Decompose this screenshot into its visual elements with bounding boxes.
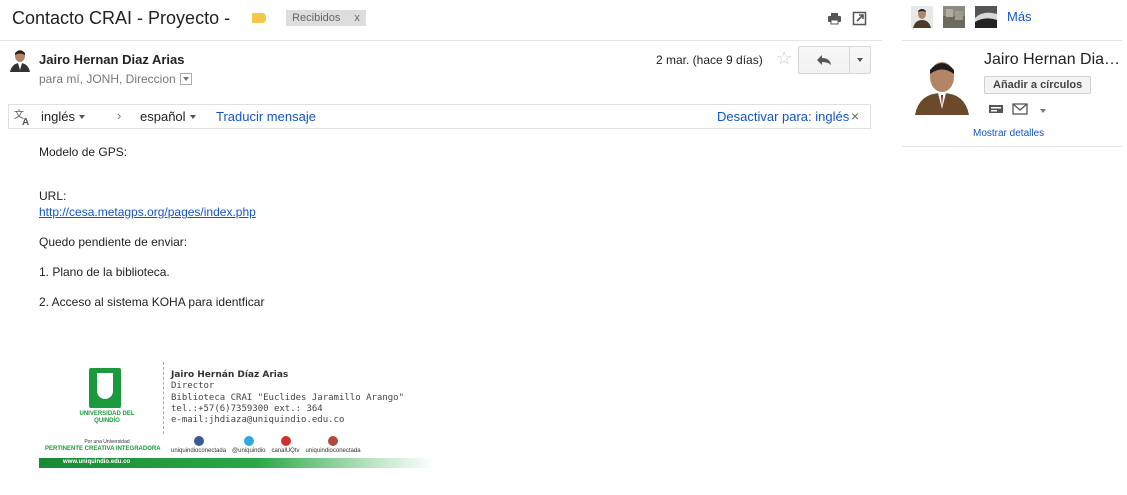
body-list-item: 1. Plano de la biblioteca. — [39, 265, 170, 279]
signature-title: Director — [171, 381, 215, 392]
social-label: uniquindioconectada — [305, 448, 361, 454]
signature-tagline-small: Por una Universidad — [84, 439, 130, 445]
social-youtube[interactable]: canalUQtv — [272, 436, 300, 454]
chevron-down-icon — [78, 114, 85, 119]
sender-name[interactable]: Jairo Hernan Diaz Arias — [39, 52, 184, 67]
sender-avatar[interactable] — [8, 48, 32, 72]
close-icon[interactable]: × — [851, 108, 859, 124]
source-language-select[interactable]: inglés — [41, 109, 85, 124]
body-url-link[interactable]: http://cesa.metagps.org/pages/index.php — [39, 205, 256, 219]
translate-bar: 文A inglés › español Traducir mensaje Des… — [8, 104, 871, 129]
chevron-down-icon — [189, 114, 196, 119]
reply-button[interactable] — [798, 46, 850, 74]
disable-translation-link[interactable]: Desactivar para: inglés — [717, 109, 849, 124]
translate-message-link[interactable]: Traducir mensaje — [216, 109, 316, 124]
signature-contact-block: Jairo Hernán Díaz Arias Director Bibliot… — [171, 370, 404, 426]
social-facebook[interactable]: uniquindioconectada — [171, 436, 226, 454]
label-chip-text: Recibidos — [292, 12, 341, 24]
social-twitter[interactable]: @uniquindio — [232, 436, 266, 454]
source-language-label: inglés — [41, 109, 75, 124]
remove-label-icon[interactable]: x — [354, 12, 360, 24]
printer-icon[interactable] — [827, 11, 842, 26]
social-label: uniquindioconectada — [171, 448, 227, 454]
sidebar-divider — [902, 40, 1122, 41]
recipients-text: para mí, JONH, Direccion — [39, 72, 176, 86]
chevron-down-icon[interactable] — [1040, 108, 1046, 113]
sidebar-divider — [902, 146, 1122, 147]
signature-email: e-mail:jhdiaza@uniquindio.edu.co — [171, 415, 345, 426]
body-line: Quedo pendiente de enviar: — [39, 235, 188, 249]
contact-name: Jairo Hernan Dia… — [984, 51, 1121, 68]
more-participants-link[interactable]: Más — [1007, 9, 1032, 24]
add-to-circles-button[interactable]: Añadir a círculos — [984, 76, 1092, 94]
body-url-label: URL: — [39, 189, 67, 203]
thread-actions — [827, 11, 867, 26]
facebook-icon — [193, 436, 204, 446]
university-name: UNIVERSIDAD DEL QUINDÍO — [79, 411, 135, 424]
target-language-label: español — [140, 109, 186, 124]
signature-library: Biblioteca CRAI "Euclides Jaramillo Aran… — [171, 392, 404, 403]
university-logo — [89, 368, 121, 408]
signature-website[interactable]: www.uniquindio.edu.co — [63, 459, 130, 465]
show-details-link[interactable]: Mostrar detalles — [973, 128, 1044, 139]
subject-divider — [0, 40, 882, 41]
label-tag-icon[interactable] — [252, 13, 267, 23]
reply-icon — [817, 55, 831, 65]
email-signature: UNIVERSIDAD DEL QUINDÍO Por una Universi… — [39, 360, 434, 471]
instagram-icon — [328, 436, 339, 446]
target-language-select[interactable]: español — [140, 109, 196, 124]
participant-thumbnail[interactable] — [975, 6, 997, 28]
youtube-icon — [280, 436, 291, 446]
social-label: canalUQtv — [271, 448, 300, 454]
social-label: @uniquindio — [232, 448, 266, 454]
signature-tagline: PERTINENTE CREATIVA INTEGRADORA — [45, 446, 161, 452]
star-icon[interactable]: ☆ — [776, 49, 792, 67]
body-line: Modelo de GPS: — [39, 145, 128, 159]
social-links: uniquindioconectada @uniquindio canalUQt… — [171, 436, 381, 454]
svg-text:A: A — [22, 117, 29, 126]
signature-divider — [163, 362, 164, 434]
participant-thumbnail[interactable] — [943, 6, 965, 28]
participant-thumbnail[interactable] — [911, 6, 933, 28]
recipients-line: para mí, JONH, Direccion — [39, 72, 192, 86]
translate-icon: 文A — [14, 108, 32, 128]
subject-title: Contacto CRAI - Proyecto - — [12, 7, 231, 28]
body-list-item: 2. Acceso al sistema KOHA para identfica… — [39, 295, 265, 309]
recipient-details-dropdown-icon[interactable] — [179, 73, 192, 85]
twitter-icon — [243, 436, 254, 446]
signature-name: Jairo Hernán Díaz Arias — [171, 370, 289, 380]
contact-actions — [988, 103, 1046, 118]
contact-photo[interactable] — [911, 53, 973, 115]
signature-phone: tel.:+57(6)7359300 ext.: 364 — [171, 403, 323, 414]
social-instagram[interactable]: uniquindioconectada — [306, 436, 361, 454]
email-icon[interactable] — [1012, 103, 1028, 118]
more-actions-button[interactable] — [849, 46, 871, 74]
subject-row: Contacto CRAI - Proyecto - Recibidos x — [12, 7, 366, 29]
new-window-icon[interactable] — [852, 11, 867, 26]
label-chip-recibidos[interactable]: Recibidos x — [286, 10, 366, 26]
video-chat-icon[interactable] — [988, 103, 1004, 118]
chevron-right-icon: › — [117, 108, 122, 123]
signature-website-bar: www.uniquindio.edu.co — [39, 458, 434, 468]
message-date: 2 mar. (hace 9 días) — [656, 53, 763, 67]
